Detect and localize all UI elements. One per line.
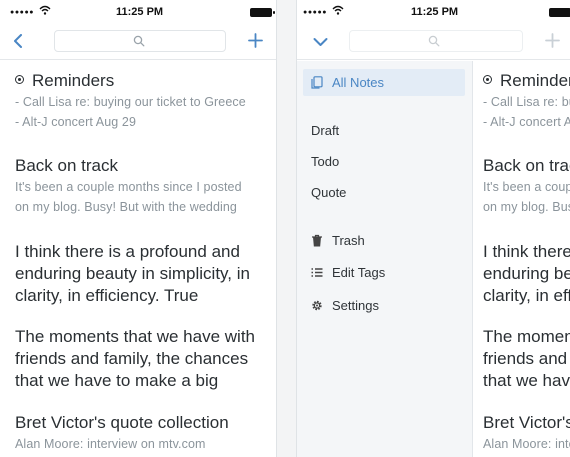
note-preview: - Call Lisa re: buying our ticket to Gre… (15, 95, 246, 109)
note-title: Bret Victor's quote collection (483, 413, 570, 432)
note-preview: - Alt-J concert Aug 29 (483, 115, 570, 129)
cell-signal-icon: ●●●●● (10, 9, 35, 16)
note-preview: on my blog. Busy! But with the wedding (15, 200, 237, 214)
sidebar-item-label: Settings (332, 298, 379, 313)
note-preview: on my blog. Busy! But with the wedding (483, 200, 570, 214)
list-item[interactable]: The moments that we have with friends an… (483, 326, 570, 392)
sidebar-item-label: Todo (311, 154, 340, 169)
note-text: enduring beauty in simplicity, in (15, 264, 250, 283)
note-text: enduring beauty in simplicity, in (483, 264, 570, 283)
sidebar-item-label: Edit Tags (332, 265, 386, 280)
search-input[interactable] (349, 30, 523, 52)
list-item[interactable]: I think there is a profound and enduring… (483, 241, 570, 307)
sidebar-item-label: Trash (332, 233, 365, 248)
battery-icon (549, 8, 570, 17)
tag-list-icon (311, 268, 323, 277)
status-time: 11:25 PM (116, 6, 164, 18)
sidebar-item-settings[interactable]: Settings (303, 292, 465, 319)
sidebar-open-screen: ●●●●● 11:25 PM All Notes Draft Todo Quot… (296, 0, 570, 457)
sidebar-item-trash[interactable]: Trash (303, 227, 465, 254)
add-note-icon[interactable] (545, 33, 560, 48)
note-text: I think there is a profound and (15, 242, 240, 261)
note-preview: Alan Moore: interview on mtv.com (15, 437, 206, 451)
list-item[interactable]: Bret Victor's quote collection Alan Moor… (15, 412, 270, 454)
bullet-icon (483, 75, 492, 84)
list-item[interactable]: Back on track It's been a couple months … (15, 155, 270, 217)
list-item[interactable]: Reminders - Call Lisa re: buying our tic… (15, 70, 270, 132)
wifi-icon (39, 5, 51, 15)
search-input[interactable] (54, 30, 226, 52)
sidebar-item-tag-quote[interactable]: Quote (303, 179, 465, 206)
note-text: clarity, in efficiency. True (483, 286, 570, 305)
list-item[interactable]: Bret Victor's quote collection Alan Moor… (483, 412, 570, 454)
sidebar-item-edit-tags[interactable]: Edit Tags (303, 259, 465, 286)
search-icon (133, 35, 145, 47)
note-text: friends and family, the chances (15, 349, 249, 368)
note-preview: - Alt-J concert Aug 29 (15, 115, 137, 129)
sidebar-item-label: All Notes (332, 75, 385, 90)
note-title: Reminders (32, 71, 115, 90)
note-title: Back on track (15, 156, 118, 175)
note-text: I think there is a profound and (483, 242, 570, 261)
note-text: The moments that we have with (483, 327, 570, 346)
note-text: that we have to make a big (15, 371, 219, 390)
cell-signal-icon: ●●●●● (303, 9, 328, 16)
sidebar-item-tag-todo[interactable]: Todo (303, 148, 465, 175)
sidebar-item-label: Draft (311, 123, 340, 138)
sidebar-item-tag-draft[interactable]: Draft (303, 117, 465, 144)
note-preview: Alan Moore: interview on mtv.com (483, 437, 570, 451)
notes-icon (311, 76, 323, 89)
battery-icon (250, 8, 275, 17)
nav-bar (297, 22, 570, 60)
note-preview: It's been a couple months since I posted (483, 180, 570, 194)
gear-icon (312, 300, 322, 311)
note-title: Bret Victor's quote collection (15, 413, 229, 432)
wifi-icon (332, 5, 344, 15)
note-list-screen: ●●●●● 11:25 PM Reminders - Call Lisa re:… (0, 0, 277, 457)
list-item[interactable]: Back on track It's been a couple months … (483, 155, 570, 217)
note-title: Reminders (500, 71, 570, 90)
bullet-icon (15, 75, 24, 84)
nav-bar (0, 22, 276, 60)
note-text: friends and family, the chances (483, 349, 570, 368)
note-preview: It's been a couple months since I posted (15, 180, 242, 194)
add-note-icon[interactable] (248, 33, 263, 48)
status-bar: ●●●●● 11:25 PM (297, 0, 570, 22)
sidebar-item-label: Quote (311, 185, 347, 200)
list-item[interactable]: Reminders - Call Lisa re: buying our tic… (483, 70, 570, 132)
note-title: Back on track (483, 156, 570, 175)
note-preview: - Call Lisa re: buying our ticket to Gre… (483, 95, 570, 109)
status-time: 11:25 PM (411, 6, 459, 18)
search-icon (428, 35, 440, 47)
trash-icon (312, 234, 322, 247)
sidebar: All Notes Draft Todo Quote Trash Edit Ta… (297, 61, 473, 457)
note-text: The moments that we have with (15, 327, 256, 346)
note-list: Reminders - Call Lisa re: buying our tic… (473, 61, 570, 457)
collapse-chevron-icon[interactable] (313, 37, 328, 47)
sidebar-item-all-notes[interactable]: All Notes (303, 69, 465, 96)
list-item[interactable]: I think there is a profound and enduring… (15, 241, 270, 307)
note-text: clarity, in efficiency. True (15, 286, 199, 305)
back-chevron-icon[interactable] (12, 34, 24, 48)
list-item[interactable]: The moments that we have with friends an… (15, 326, 270, 392)
note-text: that we have to make a big (483, 371, 570, 390)
status-bar: ●●●●● 11:25 PM (0, 0, 276, 22)
